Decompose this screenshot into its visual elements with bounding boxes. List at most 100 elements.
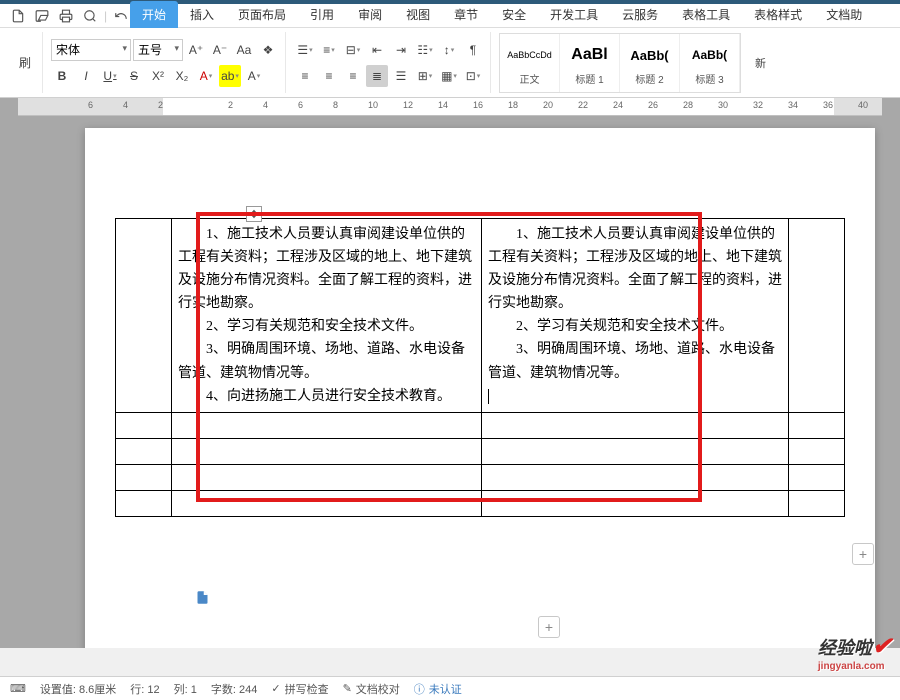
table-row[interactable] [116,490,845,516]
align-distrib-icon[interactable]: ☰ [390,65,412,87]
document-table[interactable]: 1、施工技术人员要认真审阅建设单位供的工程有关资料；工程涉及区域的地上、地下建筑… [115,218,845,517]
tab-tablestyle[interactable]: 表格样式 [742,1,814,28]
linespacing-icon[interactable]: ↕ [438,39,460,61]
tab-cloud[interactable]: 云服务 [610,1,670,28]
showmarks-icon[interactable]: ¶ [462,39,484,61]
numbering-icon[interactable]: ≡ [318,39,340,61]
table-row[interactable] [116,464,845,490]
cell-text: 1、施工技术人员要认真审阅建设单位供的工程有关资料；工程涉及区域的地上、地下建筑… [488,223,782,315]
cell-text: 2、学习有关规范和安全技术文件。 [178,315,475,338]
style-heading1[interactable]: AaBl 标题 1 [560,34,620,92]
table-cell[interactable] [116,438,172,464]
table-cell[interactable] [172,438,482,464]
table-cell[interactable]: 1、施工技术人员要认真审阅建设单位供的工程有关资料；工程涉及区域的地上、地下建筑… [172,219,482,413]
table-cell[interactable] [482,464,789,490]
table-cell[interactable] [482,490,789,516]
table-row[interactable] [116,412,845,438]
paragraph-group: ☰ ≡ ⊟ ⇤ ⇥ ☷ ↕ ¶ ≡ ≡ ≡ ≣ ☰ ⊞ ▦ ⊡ [288,32,491,93]
italic-icon[interactable]: I [75,65,97,87]
tab-tabletools[interactable]: 表格工具 [670,1,742,28]
highlight-icon[interactable]: ab [219,65,241,87]
tab-dochelper[interactable]: 文档助 [814,1,874,28]
table-cell[interactable] [789,438,845,464]
table-cell[interactable] [789,219,845,413]
borders-icon[interactable]: ⊡ [462,65,484,87]
font-name-combo[interactable]: 宋体 [51,39,131,61]
table-cell[interactable]: 1、施工技术人员要认真审阅建设单位供的工程有关资料；工程涉及区域的地上、地下建筑… [482,219,789,413]
new-style-button[interactable]: 新 [755,52,766,74]
clear-format-icon[interactable]: ❖ [257,39,279,61]
format-painter-icon[interactable]: 刷 [14,52,36,74]
table-row[interactable] [116,438,845,464]
tab-security[interactable]: 安全 [490,1,538,28]
tab-section[interactable]: 章节 [442,1,490,28]
text-tools-icon[interactable]: ⊞ [414,65,436,87]
table-cell[interactable] [116,412,172,438]
style-heading2[interactable]: AaBb( 标题 2 [620,34,680,92]
tab-devtools[interactable]: 开发工具 [538,1,610,28]
shrink-font-icon[interactable]: A⁻ [209,39,231,61]
page-note-icon[interactable] [193,588,211,606]
strike-icon[interactable]: S [123,65,145,87]
superscript-icon[interactable]: X² [147,65,169,87]
align-left-icon[interactable]: ≡ [294,65,316,87]
table-cell[interactable] [172,464,482,490]
table-cell[interactable] [116,464,172,490]
style-normal[interactable]: AaBbCcDd 正文 [500,34,560,92]
keyboard-icon[interactable]: ⌨ [10,682,26,695]
grow-font-icon[interactable]: A⁺ [185,39,207,61]
clipboard-group: 刷 [8,32,43,93]
style-heading3[interactable]: AaBb( 标题 3 [680,34,740,92]
char-border-icon[interactable]: A [243,65,265,87]
font-color-icon[interactable]: A [195,65,217,87]
add-column-button[interactable]: + [852,543,874,565]
align-center-icon[interactable]: ≡ [318,65,340,87]
table-cell[interactable] [116,219,172,413]
tab-pagelayout[interactable]: 页面布局 [226,1,298,28]
table-cell[interactable] [789,464,845,490]
char-scale-icon[interactable]: ☷ [414,39,436,61]
status-bar: ⌨ 设置值: 8.6厘米 行: 12 列: 1 字数: 244 ✓ 拼写检查 ✎… [0,676,900,700]
status-col: 列: 1 [174,681,197,697]
status-words[interactable]: 字数: 244 [211,681,257,697]
table-cell[interactable] [116,490,172,516]
multilevel-icon[interactable]: ⊟ [342,39,364,61]
styles-gallery[interactable]: AaBbCcDd 正文 AaBl 标题 1 AaBb( 标题 2 AaBb( 标… [499,33,741,93]
tab-view[interactable]: 视图 [394,1,442,28]
cell-text: 3、明确周围环境、场地、道路、水电设备管道、建筑物情况等。 [178,338,475,384]
horizontal-ruler[interactable]: 6 4 2 2 4 6 8 10 12 14 16 18 20 22 24 26… [18,98,882,116]
tab-insert[interactable]: 插入 [178,1,226,28]
indent-inc-icon[interactable]: ⇥ [390,39,412,61]
tab-review[interactable]: 审阅 [346,1,394,28]
table-cell[interactable] [789,412,845,438]
align-justify-icon[interactable]: ≣ [366,65,388,87]
underline-icon[interactable]: U [99,65,121,87]
table-cell[interactable] [482,438,789,464]
table-cell[interactable] [482,412,789,438]
cell-text: 2、学习有关规范和安全技术文件。 [488,315,782,338]
document-page[interactable]: 1、施工技术人员要认真审阅建设单位供的工程有关资料；工程涉及区域的地上、地下建筑… [85,128,875,648]
tab-reference[interactable]: 引用 [298,1,346,28]
auth-status[interactable]: ⓘ 未认证 [414,681,462,697]
change-case-icon[interactable]: Aa [233,39,255,61]
table-cell[interactable] [789,490,845,516]
spellcheck-button[interactable]: ✓ 拼写检查 [271,681,328,697]
font-size-combo[interactable]: 五号 [133,39,183,61]
indent-dec-icon[interactable]: ⇤ [366,39,388,61]
subscript-icon[interactable]: X₂ [171,65,193,87]
table-row[interactable]: 1、施工技术人员要认真审阅建设单位供的工程有关资料；工程涉及区域的地上、地下建筑… [116,219,845,413]
ribbon: 刷 宋体 五号 A⁺ A⁻ Aa ❖ B I U S X² X₂ A ab A … [0,28,900,98]
align-right-icon[interactable]: ≡ [342,65,364,87]
bold-icon[interactable]: B [51,65,73,87]
table-cell[interactable] [172,490,482,516]
new-style-group: 新 [749,32,772,93]
doccheck-button[interactable]: ✎ 文档校对 [343,681,400,697]
shading-icon[interactable]: ▦ [438,65,460,87]
status-setvalue: 设置值: 8.6厘米 [40,681,116,697]
bullets-icon[interactable]: ☰ [294,39,316,61]
tab-start[interactable]: 开始 [130,1,178,28]
cell-text: 3、明确周围环境、场地、道路、水电设备管道、建筑物情况等。 [488,338,782,384]
add-row-button[interactable]: + [538,616,560,638]
table-move-handle[interactable]: ✥ [246,206,262,222]
table-cell[interactable] [172,412,482,438]
